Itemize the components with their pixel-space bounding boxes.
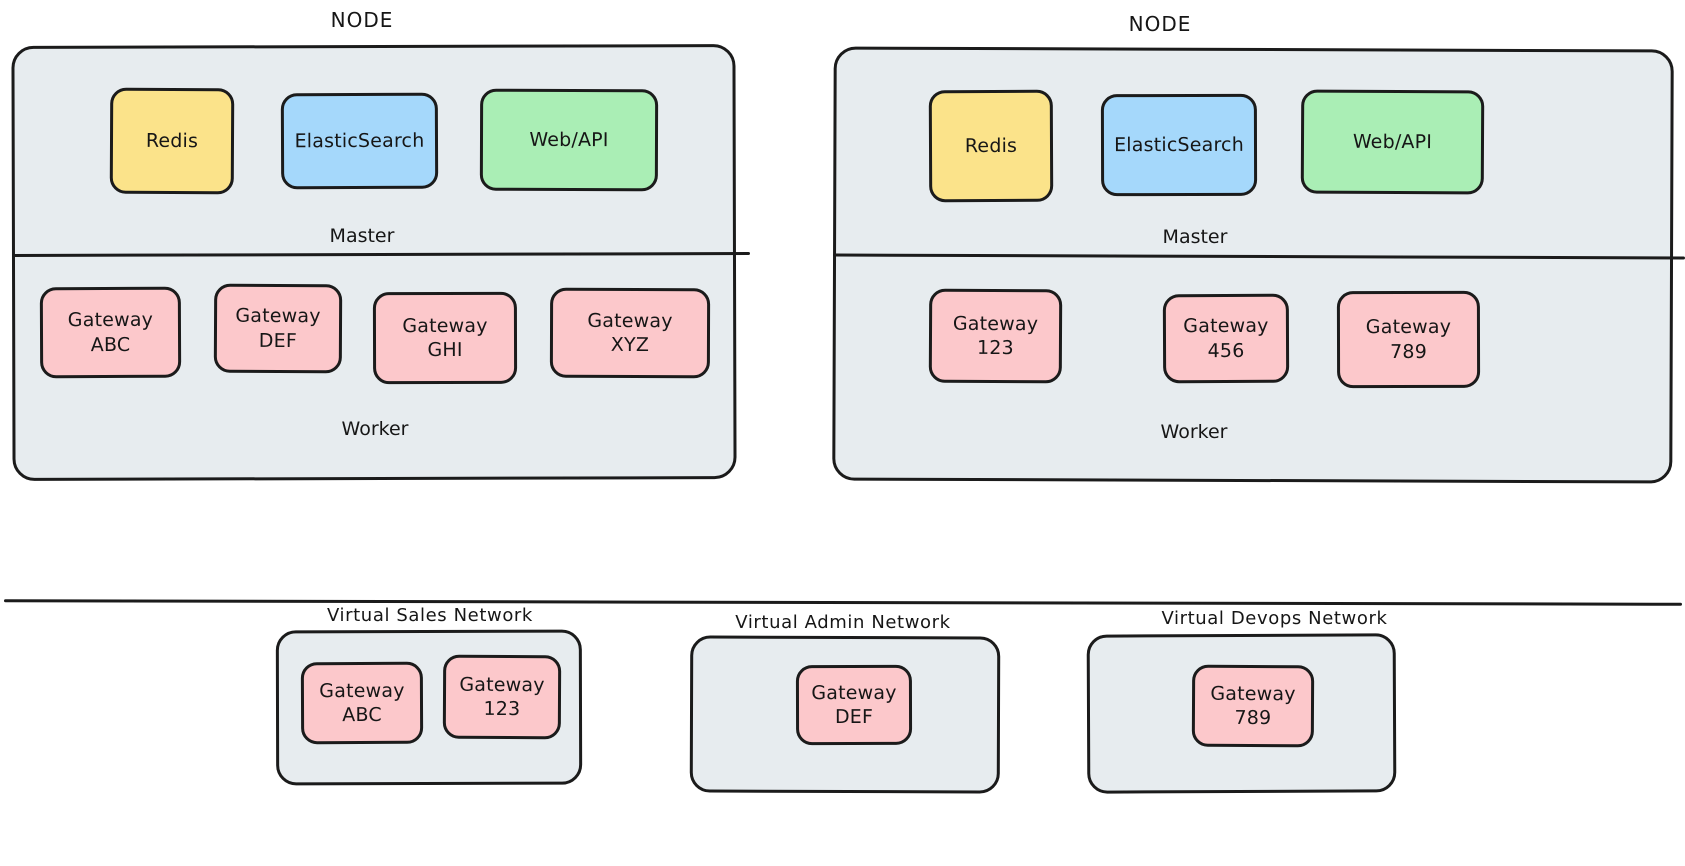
- gateway-label: Gateway 123: [952, 312, 1039, 360]
- vnet-caption-sales: Virtual Sales Network: [327, 605, 533, 626]
- gateway-def-left[interactable]: Gateway DEF: [213, 283, 343, 374]
- section-separator: [3, 599, 1683, 606]
- gateway-label: Gateway ABC: [319, 679, 405, 727]
- worker-caption-left: Worker: [341, 418, 409, 440]
- gateway-ghi-left[interactable]: Gateway GHI: [372, 291, 518, 385]
- master-caption-left: Master: [329, 225, 395, 247]
- gateway-xyz-left[interactable]: Gateway XYZ: [549, 287, 711, 379]
- vnet-caption-devops: Virtual Devops Network: [1161, 608, 1388, 629]
- gateway-label: Gateway GHI: [402, 314, 488, 362]
- gateway-label: Gateway DEF: [811, 681, 897, 729]
- vnet-admin-gateway-def[interactable]: Gateway DEF: [795, 664, 913, 746]
- gateway-789-right[interactable]: Gateway 789: [1336, 290, 1481, 389]
- master-caption-right: Master: [1162, 226, 1228, 248]
- vnet-devops-gateway-789[interactable]: Gateway 789: [1191, 664, 1315, 748]
- node-caption-right: NODE: [1128, 12, 1192, 36]
- service-redis-left[interactable]: Redis: [109, 87, 235, 195]
- gateway-456-right[interactable]: Gateway 456: [1162, 293, 1290, 384]
- gateway-label: Gateway 789: [1365, 316, 1452, 363]
- service-redis-right[interactable]: Redis: [928, 89, 1054, 203]
- vnet-sales-gateway-abc[interactable]: Gateway ABC: [300, 661, 424, 745]
- vnet-caption-admin: Virtual Admin Network: [735, 612, 951, 633]
- gateway-label: Gateway 123: [459, 673, 545, 721]
- gateway-label: Gateway DEF: [235, 304, 321, 352]
- vnet-sales-gateway-123[interactable]: Gateway 123: [442, 654, 562, 740]
- diagram-canvas: NODE Redis ElasticSearch Web/API Master …: [0, 0, 1685, 866]
- node-caption-left: NODE: [330, 8, 394, 32]
- worker-caption-right: Worker: [1160, 421, 1228, 443]
- gateway-label: Gateway XYZ: [587, 309, 673, 357]
- gateway-label: Gateway 789: [1210, 682, 1296, 730]
- service-elasticsearch-right[interactable]: ElasticSearch: [1100, 93, 1258, 197]
- gateway-label: Gateway 456: [1183, 315, 1269, 362]
- gateway-123-right[interactable]: Gateway 123: [928, 288, 1063, 384]
- gateway-label: Gateway ABC: [67, 309, 154, 356]
- service-webapi-left[interactable]: Web/API: [479, 88, 659, 192]
- service-elasticsearch-left[interactable]: ElasticSearch: [280, 92, 439, 190]
- service-webapi-right[interactable]: Web/API: [1300, 89, 1485, 195]
- gateway-abc-left[interactable]: Gateway ABC: [39, 286, 182, 379]
